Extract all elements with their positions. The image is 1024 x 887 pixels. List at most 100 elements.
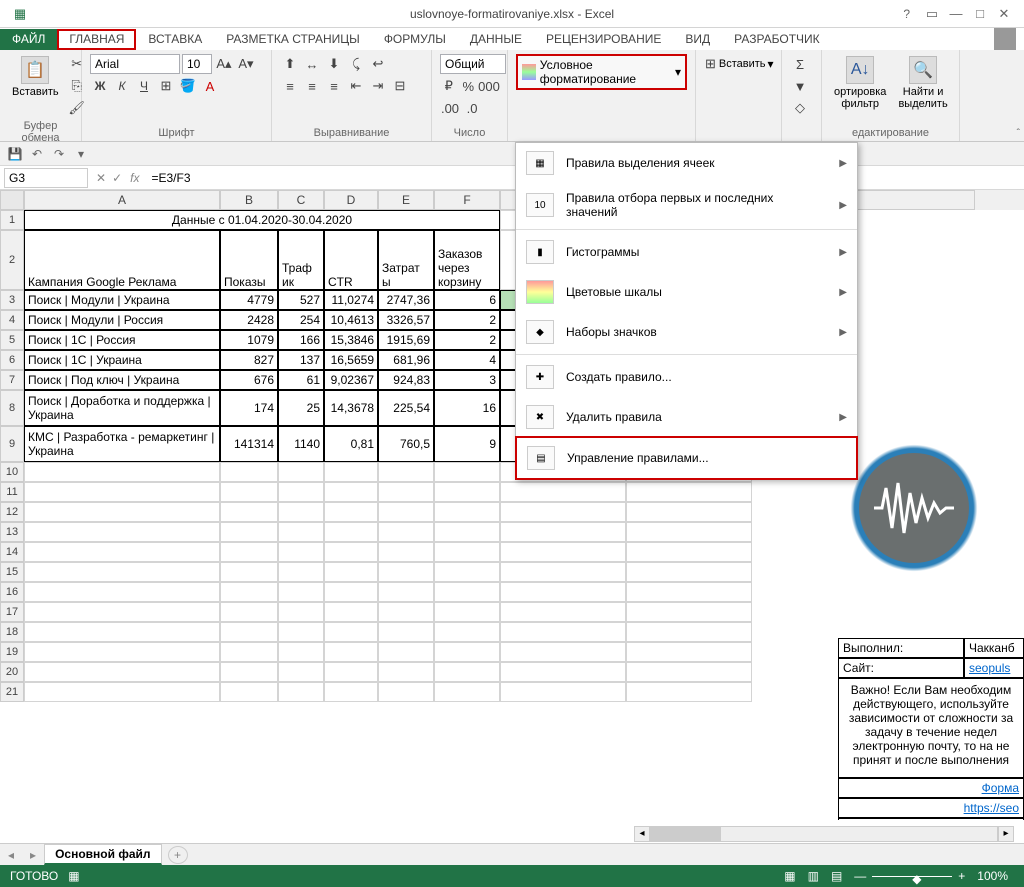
tab-view[interactable]: ВИД bbox=[673, 29, 722, 50]
inc-decimal-button[interactable]: .00 bbox=[440, 98, 460, 118]
font-size-select[interactable]: 10 bbox=[182, 54, 212, 74]
sort-filter-button[interactable]: A↓ ортировка фильтр bbox=[830, 54, 890, 112]
view-pagebreak-button[interactable]: ▤ bbox=[825, 869, 848, 883]
name-box[interactable] bbox=[4, 168, 88, 188]
view-normal-button[interactable]: ▦ bbox=[778, 869, 801, 883]
sort-icon: A↓ bbox=[846, 56, 874, 84]
underline-button[interactable]: Ч bbox=[134, 76, 154, 96]
hscrollbar[interactable] bbox=[650, 826, 998, 842]
menu-top-bottom-rules[interactable]: 10Правила отбора первых и последних знач… bbox=[516, 183, 857, 227]
fill-color-button[interactable]: 🪣 bbox=[178, 76, 198, 96]
number-format-select[interactable]: Общий bbox=[440, 54, 506, 74]
autosum-button[interactable]: Σ bbox=[790, 54, 810, 74]
align-mid-button[interactable]: ↔ bbox=[302, 54, 322, 74]
paste-icon: 📋 bbox=[21, 56, 49, 84]
window-title: uslovnoye-formatirovaniye.xlsx - Excel bbox=[410, 7, 614, 21]
col-header[interactable]: C bbox=[278, 190, 324, 210]
scroll-right-button[interactable]: ▸ bbox=[998, 826, 1014, 842]
side-link[interactable]: Форма bbox=[838, 778, 1024, 798]
align-left-button[interactable]: ≡ bbox=[280, 76, 300, 96]
menu-manage-rules[interactable]: ▤Управление правилами... bbox=[515, 436, 858, 480]
next-sheet-button[interactable]: ▸ bbox=[22, 848, 44, 862]
zoom-level[interactable]: 100% bbox=[971, 869, 1014, 883]
cond-format-icon bbox=[522, 64, 536, 80]
comma-button[interactable]: 000 bbox=[479, 76, 499, 96]
col-header[interactable]: F bbox=[434, 190, 500, 210]
zoom-out-button[interactable]: — bbox=[848, 869, 872, 883]
merge-button[interactable]: ⊟ bbox=[390, 76, 410, 96]
maximize-icon[interactable]: □ bbox=[968, 6, 992, 21]
zoom-in-button[interactable]: + bbox=[952, 869, 971, 883]
minimize-icon[interactable]: — bbox=[944, 6, 968, 21]
align-center-button[interactable]: ≡ bbox=[302, 76, 322, 96]
help-icon[interactable]: ? bbox=[903, 7, 910, 21]
col-header[interactable]: B bbox=[220, 190, 278, 210]
fx-icon[interactable]: fx bbox=[130, 171, 145, 185]
cancel-formula-button[interactable]: ✕ bbox=[96, 171, 106, 185]
find-select-button[interactable]: 🔍 Найти и выделить bbox=[894, 54, 951, 112]
clear-button[interactable]: ◇ bbox=[790, 98, 810, 118]
align-bot-button[interactable]: ⬇ bbox=[324, 54, 344, 74]
currency-button[interactable]: ₽ bbox=[440, 76, 458, 96]
border-button[interactable]: ⊞ bbox=[156, 76, 176, 96]
grow-font-button[interactable]: A▴ bbox=[214, 54, 234, 74]
tab-file[interactable]: ФАЙЛ bbox=[0, 29, 57, 50]
align-top-button[interactable]: ⬆ bbox=[280, 54, 300, 74]
tab-developer[interactable]: РАЗРАБОТЧИК bbox=[722, 29, 832, 50]
collapse-ribbon-icon[interactable]: ˆ bbox=[1017, 128, 1020, 139]
side-link[interactable]: seopuls bbox=[964, 658, 1024, 678]
font-color-button[interactable]: A bbox=[200, 76, 220, 96]
col-header[interactable]: E bbox=[378, 190, 434, 210]
align-right-button[interactable]: ≡ bbox=[324, 76, 344, 96]
orientation-button[interactable]: ⤹ bbox=[346, 54, 366, 74]
dec-decimal-button[interactable]: .0 bbox=[462, 98, 482, 118]
undo-button[interactable]: ↶ bbox=[28, 145, 46, 163]
indent-dec-button[interactable]: ⇤ bbox=[346, 76, 366, 96]
watermark-logo bbox=[844, 438, 984, 578]
accept-formula-button[interactable]: ✓ bbox=[112, 171, 122, 185]
view-layout-button[interactable]: ▥ bbox=[802, 869, 825, 883]
col-header[interactable]: D bbox=[324, 190, 378, 210]
redo-button[interactable]: ↷ bbox=[50, 145, 68, 163]
menu-new-rule[interactable]: ✚Создать правило... bbox=[516, 357, 857, 397]
percent-button[interactable]: % bbox=[460, 76, 478, 96]
bold-button[interactable]: Ж bbox=[90, 76, 110, 96]
save-button[interactable]: 💾 bbox=[6, 145, 24, 163]
status-text: ГОТОВО bbox=[10, 869, 58, 883]
paste-button[interactable]: 📋 Вставить bbox=[8, 54, 63, 100]
new-sheet-button[interactable]: + bbox=[168, 846, 188, 864]
menu-highlight-rules[interactable]: ▦Правила выделения ячеек▶ bbox=[516, 143, 857, 183]
scroll-left-button[interactable]: ◂ bbox=[634, 826, 650, 842]
prev-sheet-button[interactable]: ◂ bbox=[0, 848, 22, 862]
select-all[interactable] bbox=[0, 190, 24, 210]
menu-clear-rules[interactable]: ✖Удалить правила▶ bbox=[516, 397, 857, 437]
font-select[interactable]: Arial bbox=[90, 54, 180, 74]
tab-home[interactable]: ГЛАВНАЯ bbox=[57, 29, 136, 50]
macro-icon[interactable]: ▦ bbox=[68, 869, 79, 883]
zoom-slider[interactable]: ◆ bbox=[872, 876, 952, 877]
menu-data-bars[interactable]: ▮Гистограммы▶ bbox=[516, 232, 857, 272]
menu-color-scales[interactable]: Цветовые шкалы▶ bbox=[516, 272, 857, 312]
tab-insert[interactable]: ВСТАВКА bbox=[136, 29, 214, 50]
col-header[interactable]: A bbox=[24, 190, 220, 210]
qat-customize-button[interactable]: ▾ bbox=[72, 145, 90, 163]
tab-formulas[interactable]: ФОРМУЛЫ bbox=[372, 29, 458, 50]
fill-button[interactable]: ▼ bbox=[790, 76, 810, 96]
side-link[interactable]: https://seo bbox=[838, 798, 1024, 818]
user-avatar[interactable] bbox=[994, 28, 1016, 50]
tab-layout[interactable]: РАЗМЕТКА СТРАНИЦЫ bbox=[214, 29, 372, 50]
shrink-font-button[interactable]: A▾ bbox=[236, 54, 256, 74]
insert-cells-button[interactable]: ⊞ bbox=[704, 54, 717, 74]
italic-button[interactable]: К bbox=[112, 76, 132, 96]
close-icon[interactable]: ✕ bbox=[992, 6, 1016, 22]
ribbon-collapse-icon[interactable]: ▭ bbox=[920, 6, 944, 22]
group-number: Число bbox=[440, 125, 499, 139]
chevron-down-icon: ▾ bbox=[768, 57, 774, 71]
conditional-formatting-button[interactable]: Условное форматирование ▾ bbox=[516, 54, 687, 90]
indent-inc-button[interactable]: ⇥ bbox=[368, 76, 388, 96]
tab-data[interactable]: ДАННЫЕ bbox=[458, 29, 534, 50]
sheet-tab[interactable]: Основной файл bbox=[44, 844, 161, 865]
wrap-button[interactable]: ↩ bbox=[368, 54, 388, 74]
menu-icon-sets[interactable]: ◆Наборы значков▶ bbox=[516, 312, 857, 352]
tab-review[interactable]: РЕЦЕНЗИРОВАНИЕ bbox=[534, 29, 673, 50]
